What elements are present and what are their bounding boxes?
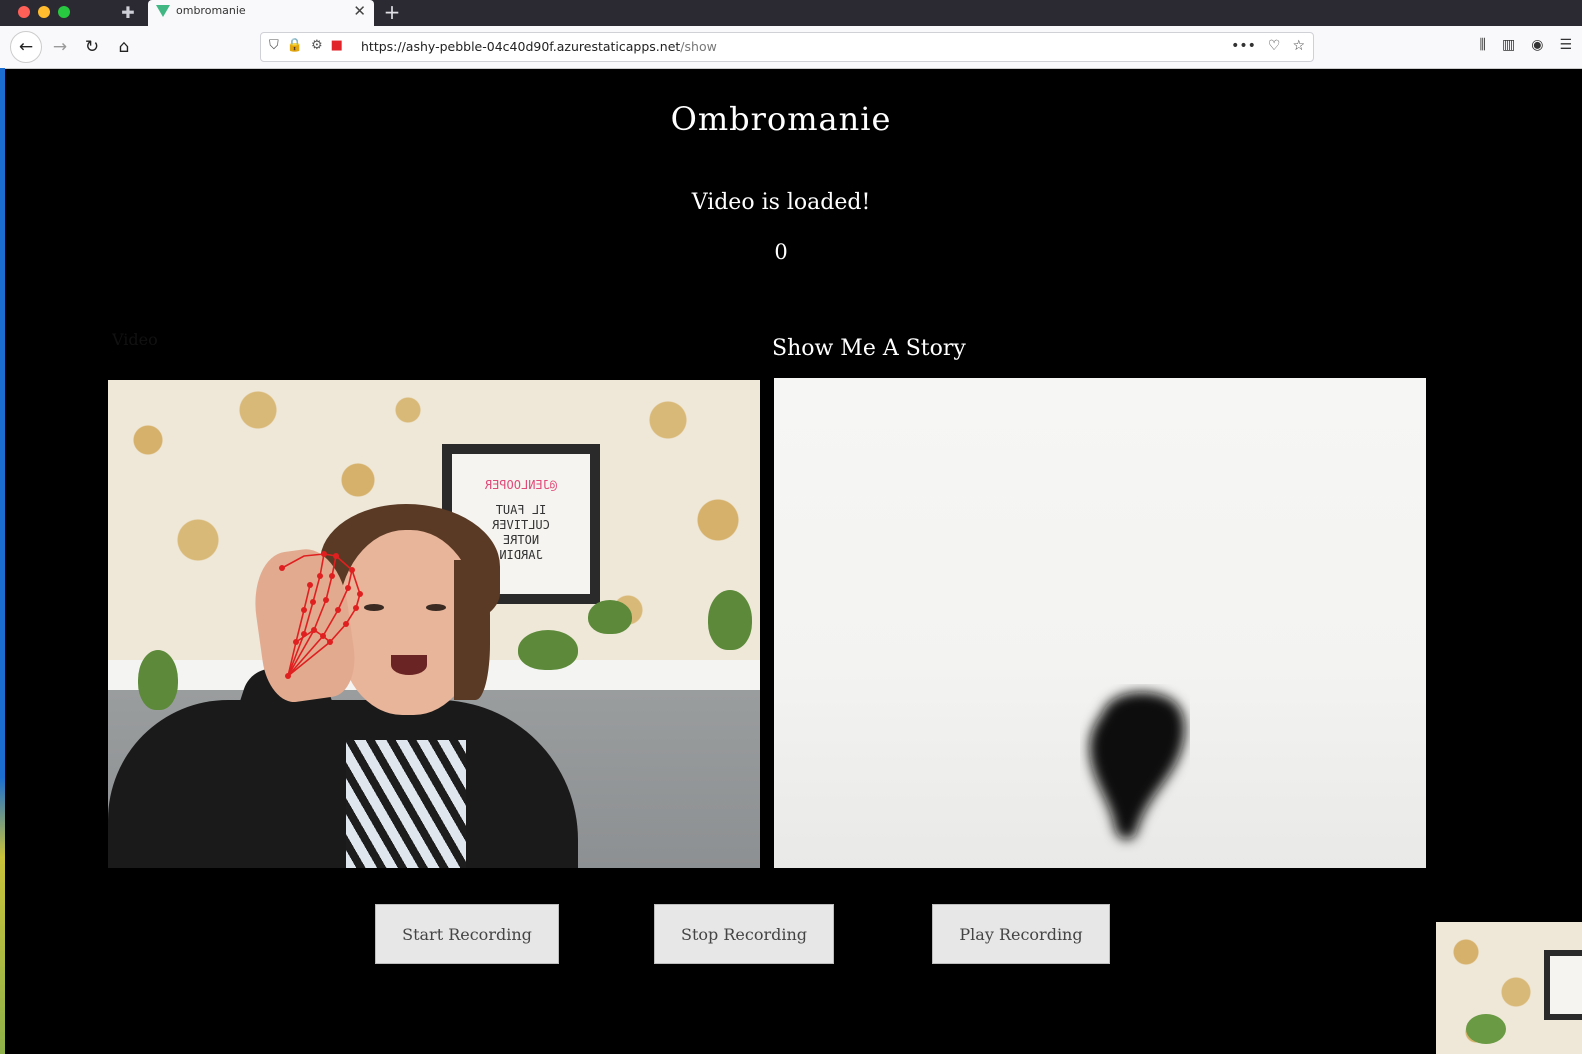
reload-button[interactable]: ↻: [78, 34, 106, 60]
url-security-icons: ⛉ 🔒 ⚙ ■: [269, 38, 351, 53]
story-title: Show Me A Story: [772, 336, 966, 361]
play-recording-button[interactable]: Play Recording: [932, 904, 1110, 964]
url-actions: ••• ♡ ☆: [1219, 38, 1305, 54]
shadow-puppet: [1089, 691, 1185, 840]
video-label: Video: [112, 330, 158, 349]
desktop-edge: [0, 68, 5, 1054]
account-icon[interactable]: ◉: [1531, 37, 1543, 53]
sidebar-icon[interactable]: ▥: [1502, 37, 1515, 53]
tab-close-icon[interactable]: ✕: [353, 2, 366, 20]
lock-icon[interactable]: 🔒: [287, 38, 303, 53]
new-tab-button[interactable]: +: [380, 0, 404, 26]
back-button[interactable]: ←: [10, 31, 42, 63]
maximize-window-button[interactable]: [58, 6, 70, 18]
pip-letterboard: [1544, 950, 1582, 1020]
page-title: Ombromanie: [670, 100, 892, 138]
frame-counter: 0: [774, 240, 788, 264]
camera-icon[interactable]: ■: [331, 38, 343, 53]
url-path: /show: [680, 39, 717, 54]
library-icon[interactable]: ⫼: [1480, 37, 1486, 53]
permissions-icon[interactable]: ⚙: [311, 38, 323, 53]
shadow-canvas: [774, 378, 1426, 868]
picture-in-picture-preview: [1436, 922, 1582, 1054]
status-message: Video is loaded!: [691, 190, 871, 215]
minimize-window-button[interactable]: [38, 6, 50, 18]
tab-title: ombromanie: [176, 4, 246, 17]
shield-icon[interactable]: ⛉: [269, 38, 279, 53]
bookmark-star-icon[interactable]: ☆: [1292, 38, 1305, 54]
extensions-icon[interactable]: ✚: [112, 0, 144, 26]
forward-button[interactable]: →: [46, 34, 74, 60]
pocket-icon[interactable]: ♡: [1268, 38, 1281, 54]
browser-nav-bar: ← → ↻ ⌂ ⛉ 🔒 ⚙ ■ https://ashy-pebble-04c40d9…: [0, 26, 1582, 69]
url-host: https://ashy-pebble-04c40d90f.azurestati…: [361, 39, 681, 54]
browser-tab-bar: ✚ ombromanie ✕ +: [0, 0, 1582, 26]
url-bar[interactable]: ⛉ 🔒 ⚙ ■ https://ashy-pebble-04c40d90f.azure…: [260, 32, 1314, 62]
stop-recording-button[interactable]: Stop Recording: [654, 904, 834, 964]
tab-ombromanie[interactable]: ombromanie ✕: [148, 0, 374, 26]
menu-icon[interactable]: ☰: [1559, 37, 1572, 53]
pip-letterboard-inner: [1550, 956, 1582, 1014]
vue-logo-icon: [156, 5, 170, 17]
hand-landmarks: [279, 551, 363, 679]
home-button[interactable]: ⌂: [110, 34, 138, 60]
start-recording-button[interactable]: Start Recording: [375, 904, 559, 964]
webcam-video: @JENLOOPER IL FAUT CULTIVER NOTRE JARDIN: [108, 380, 760, 868]
pip-plant: [1466, 1014, 1506, 1044]
close-window-button[interactable]: [18, 6, 30, 18]
more-actions-icon[interactable]: •••: [1231, 38, 1256, 54]
url-text[interactable]: https://ashy-pebble-04c40d90f.azurestati…: [361, 39, 717, 54]
toolbar-right: ⫼ ▥ ◉ ☰: [1464, 37, 1572, 53]
